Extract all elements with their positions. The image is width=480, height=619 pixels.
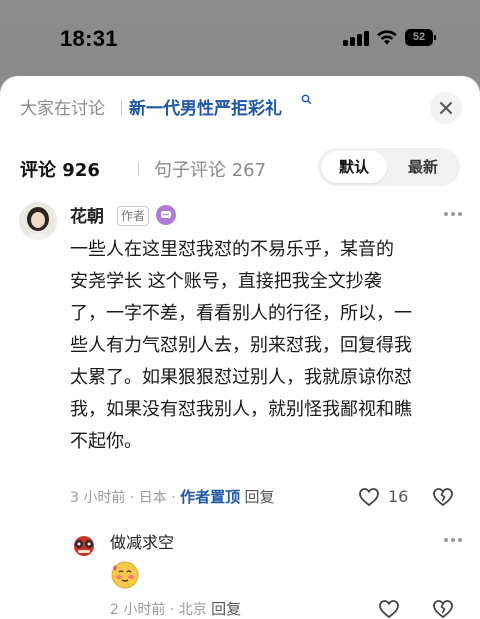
tab-comments[interactable]: 评论 926 — [20, 156, 100, 182]
battery-level-text: 52 — [412, 31, 426, 43]
reply-meta: 2 小时前 · 北京 回复 — [110, 598, 241, 619]
close-button[interactable] — [430, 92, 462, 124]
dislike-icon[interactable] — [432, 598, 454, 619]
comment-meta: 3 小时前 · 日本 · 作者置顶 回复 — [70, 486, 275, 507]
more-options-icon[interactable] — [444, 212, 462, 216]
reply-button[interactable]: 回复 — [245, 488, 275, 506]
blushing-emoji-icon — [111, 561, 139, 589]
avatar-image — [19, 202, 57, 240]
topic-link[interactable]: 新一代男性严拒彩礼 — [129, 94, 282, 119]
tab-divider — [138, 162, 139, 176]
reply-username[interactable]: 做减求空 — [110, 529, 174, 553]
sheet-header: 大家在讨论 新一代男性严拒彩礼 — [20, 92, 462, 124]
wifi-icon — [377, 30, 397, 45]
dislike-icon[interactable] — [432, 486, 454, 508]
search-icon[interactable] — [301, 94, 312, 105]
comment-text: 一些人在这里怼我怼的不易乐乎，某音的 安尧学长 这个账号，直接把我全文抄袭 了，… — [70, 239, 412, 452]
author-tag: 作者 — [117, 206, 149, 226]
more-options-icon[interactable] — [444, 538, 462, 542]
battery-icon: 52 — [405, 29, 436, 46]
status-time: 18:31 — [60, 26, 118, 51]
status-bar: 18:31 52 — [0, 0, 480, 76]
like-icon[interactable] — [378, 599, 400, 619]
chat-badge-icon — [156, 205, 176, 225]
comment-username[interactable]: 花朝 — [70, 202, 104, 227]
comments-sheet: 大家在讨论 新一代男性严拒彩礼 评论 926 句子评论 267 默认 最新 花朝… — [0, 76, 480, 619]
cellular-signal-icon — [343, 30, 369, 46]
sort-latest-button[interactable]: 最新 — [389, 151, 457, 183]
comment-time-location: 3 小时前 · 日本 · — [70, 490, 181, 506]
close-icon — [440, 102, 452, 114]
like-icon[interactable] — [358, 487, 380, 507]
tab-sentence-comments[interactable]: 句子评论 267 — [154, 156, 266, 182]
avatar[interactable] — [19, 202, 57, 240]
reply-button[interactable]: 回复 — [211, 600, 241, 618]
reply-time-location: 2 小时前 · 北京 — [110, 602, 212, 618]
header-divider — [121, 100, 122, 116]
sort-default-button[interactable]: 默认 — [321, 151, 387, 183]
avatar[interactable] — [70, 532, 98, 560]
discuss-label: 大家在讨论 — [20, 99, 105, 119]
sort-toggle: 默认 最新 — [318, 148, 460, 186]
pinned-label: 作者置顶 — [180, 488, 241, 506]
avatar-image — [70, 532, 98, 560]
comment-tabs: 评论 926 句子评论 267 默认 最新 — [20, 148, 460, 188]
like-count: 16 — [388, 487, 409, 506]
